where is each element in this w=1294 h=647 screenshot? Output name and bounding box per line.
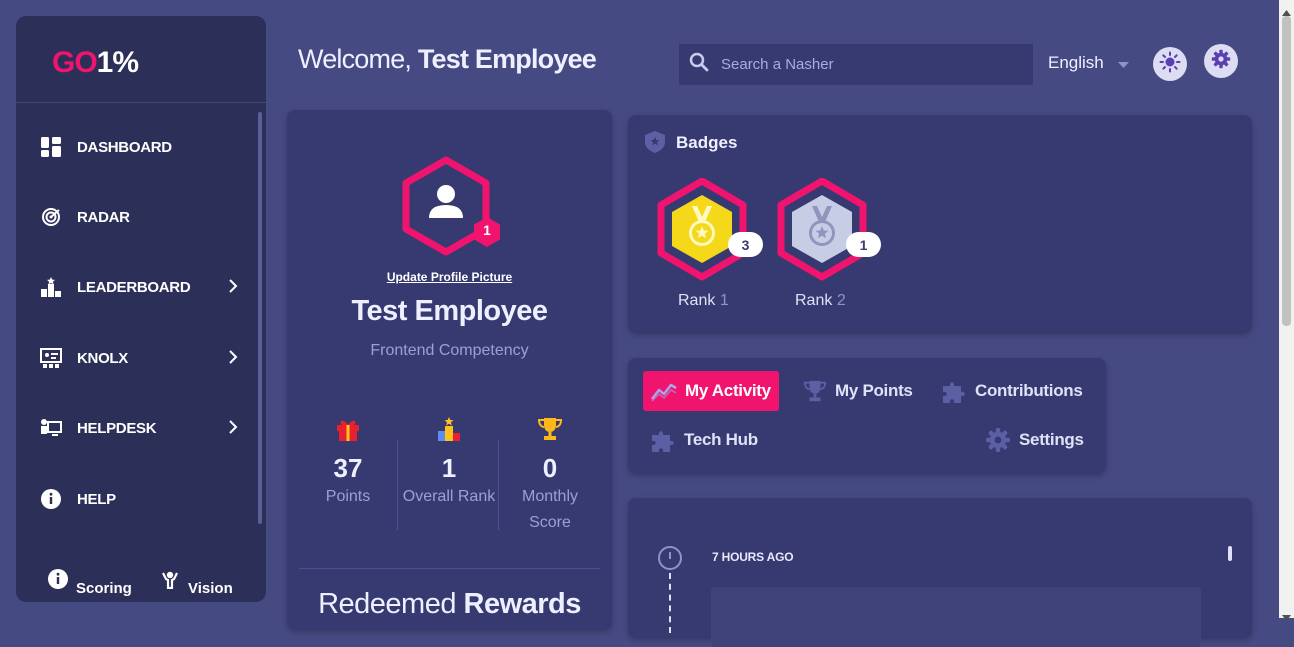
sidebar-item-label: RADAR	[77, 208, 130, 226]
tab-tech-hub[interactable]: Tech Hub	[650, 420, 758, 460]
update-profile-picture-link[interactable]: Update Profile Picture	[287, 270, 612, 284]
sidebar-item-radar[interactable]: RADAR	[40, 202, 240, 232]
badge-count: 1	[846, 232, 881, 257]
activity-entry[interactable]	[711, 587, 1201, 647]
badge-rank-1[interactable]	[654, 177, 750, 284]
sidebar-scrollbar[interactable]	[258, 112, 262, 524]
page-scrollbar[interactable]	[1279, 0, 1294, 621]
leaderboard-icon	[40, 276, 62, 298]
stat-divider	[397, 440, 398, 530]
badge-count: 3	[728, 232, 763, 257]
tab-label: Tech Hub	[684, 430, 758, 449]
search-icon	[689, 52, 709, 77]
overall-rank-stat: 1 Overall Rank	[399, 416, 499, 510]
theme-toggle-button[interactable]	[1153, 47, 1187, 81]
sidebar-item-dashboard[interactable]: DASHBOARD	[40, 132, 240, 162]
gift-icon	[298, 416, 398, 447]
activity-scrollbar[interactable]	[1228, 546, 1232, 561]
sidebar-item-label: HELPDESK	[77, 419, 157, 437]
helpdesk-icon	[40, 417, 62, 439]
sidebar-item-label: KNOLX	[77, 349, 129, 367]
gear-icon	[1211, 49, 1231, 74]
dashboard-icon	[40, 136, 62, 158]
tabs-card: My Activity My Points Contributions Tech…	[628, 358, 1106, 474]
user-name: Test Employee	[417, 44, 597, 74]
language-select[interactable]: English	[1048, 53, 1129, 73]
tab-label: Contributions	[975, 381, 1083, 400]
profile-avatar[interactable]: 1	[400, 156, 500, 266]
brand-logo[interactable]: GO1%	[52, 46, 139, 80]
vision-icon	[160, 569, 180, 594]
points-value: 37	[333, 453, 363, 483]
vision-label: Vision	[188, 580, 233, 597]
redeemed-rewards-heading: Redeemed Rewards	[318, 588, 581, 620]
tab-my-points[interactable]: My Points	[803, 371, 913, 411]
clock-icon	[657, 545, 683, 576]
level-badge: 1	[483, 222, 491, 238]
info-icon	[40, 488, 62, 510]
podium-icon	[399, 416, 499, 447]
info-icon	[48, 569, 68, 594]
points-stat: 37 Points	[298, 416, 398, 510]
profile-competency: Frontend Competency	[370, 342, 529, 359]
chevron-right-icon	[228, 349, 238, 370]
caret-down-icon	[1117, 53, 1129, 73]
badges-title: Badges	[676, 133, 738, 152]
tab-label: Settings	[1019, 430, 1084, 449]
timeline-line	[669, 573, 671, 633]
tab-my-activity[interactable]: My Activity	[643, 371, 779, 411]
profile-name: Test Employee	[351, 295, 548, 327]
scoring-link[interactable]: Scoring	[48, 566, 132, 597]
trophy-icon	[500, 416, 600, 447]
puzzle-icon	[941, 378, 967, 404]
sidebar: GO1% DASHBOARD RADAR LEADERBOARD KNOLX H…	[16, 16, 266, 602]
welcome-heading: Welcome, Test Employee	[298, 44, 597, 74]
sidebar-item-knolx[interactable]: KNOLX	[40, 343, 240, 373]
sidebar-item-label: HELP	[77, 490, 116, 508]
sidebar-item-label: LEADERBOARD	[77, 278, 191, 296]
badge-rank-label: Rank 2	[795, 292, 846, 309]
trophy-icon	[803, 379, 827, 403]
badge-rank-2[interactable]	[774, 177, 870, 284]
vision-link[interactable]: Vision	[160, 566, 233, 597]
badges-card: Badges 3 Rank 1 1 Rank 2	[628, 115, 1252, 333]
tab-contributions[interactable]: Contributions	[941, 371, 1083, 411]
chevron-right-icon	[228, 278, 238, 299]
shield-icon	[645, 131, 665, 158]
tab-label: My Points	[835, 381, 913, 400]
monthly-score-value: 0	[542, 453, 558, 483]
settings-button[interactable]	[1204, 44, 1238, 78]
puzzle-icon	[650, 427, 676, 453]
sidebar-divider	[16, 102, 266, 103]
knolx-icon	[40, 347, 62, 369]
page-scrollbar-thumb[interactable]	[1282, 16, 1291, 326]
activity-card: 7 HOURS AGO	[628, 498, 1252, 647]
tab-settings[interactable]: Settings	[985, 420, 1084, 460]
language-label: English	[1048, 53, 1104, 72]
badge-rank-label: Rank 1	[678, 292, 729, 309]
activity-time: 7 HOURS AGO	[712, 550, 794, 564]
scroll-down-icon[interactable]	[1282, 608, 1291, 626]
scoring-label: Scoring	[76, 580, 132, 597]
sidebar-item-leaderboard[interactable]: LEADERBOARD	[40, 272, 240, 302]
chevron-right-icon	[228, 419, 238, 440]
profile-card: 1 Update Profile Picture Test Employee F…	[287, 110, 612, 630]
sun-icon	[1159, 51, 1181, 78]
overall-rank-value: 1	[441, 453, 457, 483]
sidebar-item-help[interactable]: HELP	[40, 484, 240, 514]
profile-divider	[299, 568, 600, 569]
radar-icon	[40, 206, 62, 228]
activity-icon	[651, 380, 677, 402]
stat-divider	[498, 440, 499, 530]
search-input[interactable]	[719, 55, 1013, 74]
tab-label: My Activity	[685, 381, 771, 400]
gear-icon	[985, 427, 1011, 453]
monthly-score-label: Monthly Score	[521, 488, 579, 531]
sidebar-item-label: DASHBOARD	[77, 138, 172, 156]
points-label: Points	[325, 488, 371, 505]
overall-rank-label: Overall Rank	[402, 488, 496, 505]
sidebar-item-helpdesk[interactable]: HELPDESK	[40, 413, 240, 443]
monthly-score-stat: 0 Monthly Score	[500, 416, 600, 536]
search-bar[interactable]	[679, 44, 1033, 85]
